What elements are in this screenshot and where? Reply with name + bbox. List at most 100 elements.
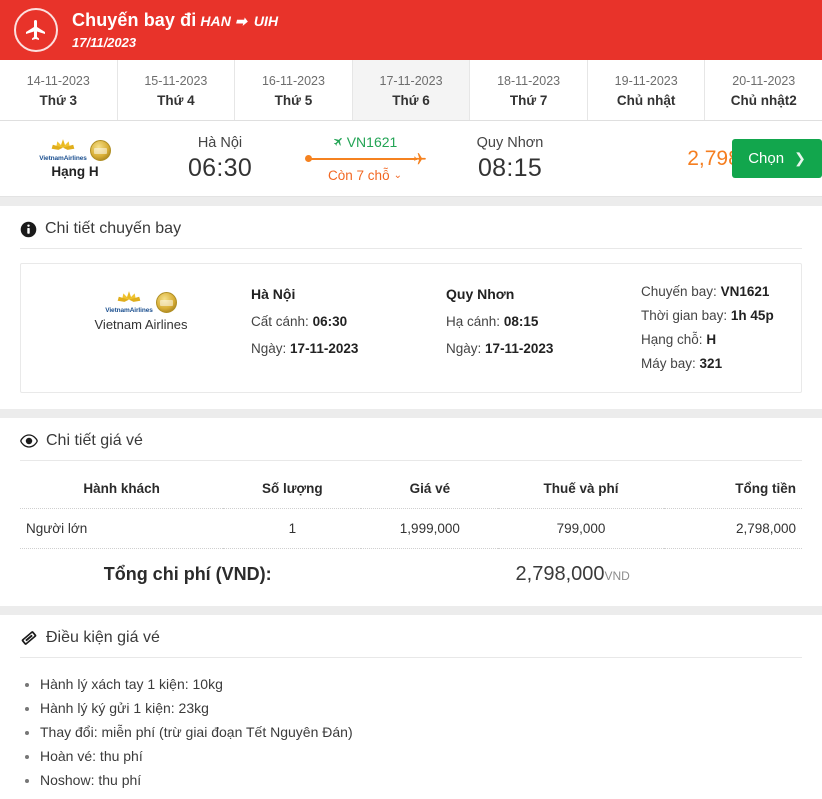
detail-airline-name: Vietnam Airlines: [94, 316, 188, 332]
table-row: Người lớn 1 1,999,000 799,000 2,798,000: [20, 508, 802, 550]
fare-details-title-row: Chi tiết giá vé: [20, 432, 802, 462]
chevron-down-icon: ⌄: [393, 170, 402, 181]
detail-arrival-date: 17-11-2023: [485, 341, 554, 356]
detail-departure-block: Hà Nội Cất cánh: 06:30 Ngày: 17-11-2023: [251, 280, 446, 362]
flight-number-label: VN1621: [333, 134, 397, 150]
detail-flightno-label: Chuyến bay:: [641, 284, 717, 299]
cell-passenger: Người lớn: [20, 508, 224, 550]
date-tab-6[interactable]: 20-11-2023 Chủ nhật2: [705, 60, 822, 120]
detail-class-value: H: [706, 332, 717, 348]
detail-landing-row: Hạ cánh: 08:15: [446, 308, 641, 335]
choose-button-label: Chọn: [748, 150, 785, 167]
info-icon: [20, 221, 37, 238]
page-header: Chuyến bay đi HAN ➡ UIH 17/11/2023: [0, 0, 822, 60]
flight-details-title: Chi tiết chuyến bay: [45, 220, 182, 237]
skytrax-badge-icon: [155, 291, 177, 313]
col-passenger: Hành khách: [20, 473, 224, 510]
date-tab-date: 16-11-2023: [261, 73, 325, 88]
detail-departure-date: 17-11-2023: [290, 341, 359, 356]
date-tab-day: Thứ 7: [509, 93, 548, 109]
choose-flight-button[interactable]: Chọn ❯: [732, 139, 822, 178]
section-gap: [0, 197, 822, 206]
cell-total: 2,798,000: [663, 508, 802, 550]
col-total: Tổng tiền: [663, 473, 802, 510]
detail-airline-logo: VietnamAirlines Vietnam Airlines: [31, 280, 251, 332]
arrow-icon: ➡: [234, 13, 247, 30]
grand-total-value-wrap: 2,798,000VND: [349, 563, 796, 586]
date-tab-1[interactable]: 15-11-2023 Thứ 4: [117, 60, 236, 120]
date-tab-3-selected[interactable]: 17-11-2023 Thứ 6: [352, 60, 471, 120]
date-tab-2[interactable]: 16-11-2023 Thứ 5: [235, 60, 353, 120]
grand-total-label: Tổng chi phí (VND):: [103, 564, 272, 585]
date-tab-date: 17-11-2023: [379, 73, 443, 88]
tag-icon: [20, 629, 38, 647]
detail-duration-value: 1h 45p: [730, 308, 774, 324]
flight-details-panel: Chi tiết chuyến bay VietnamAirlines Viet…: [0, 206, 822, 410]
col-taxes: Thuế và phí: [498, 473, 664, 510]
date-tab-5[interactable]: 19-11-2023 Chủ nhật: [587, 60, 706, 120]
detail-aircraft-row: Máy bay: 321: [641, 352, 791, 376]
airplane-icon: [14, 8, 58, 52]
list-item: Noshow: thu phí: [40, 768, 802, 792]
detail-arrival-block: Quy Nhơn Hạ cánh: 08:15 Ngày: 17-11-2023: [446, 280, 641, 362]
detail-date-label: Ngày:: [446, 341, 482, 356]
detail-arrival-city: Quy Nhơn: [446, 286, 515, 302]
date-tab-0[interactable]: 14-11-2023 Thứ 3: [0, 60, 118, 120]
section-gap: [0, 606, 822, 616]
cell-quantity: 1: [223, 508, 362, 550]
date-tab-date: 15-11-2023: [144, 73, 208, 88]
detail-class-label: Hạng chỗ:: [641, 332, 703, 348]
fare-details-panel: Chi tiết giá vé Hành khách Số lượng Giá …: [0, 418, 822, 607]
detail-takeoff-time: 06:30: [312, 314, 348, 329]
date-tab-date: 19-11-2023: [614, 73, 678, 88]
flight-details-title-row: Chi tiết chuyến bay: [20, 220, 802, 249]
detail-aircraft-label: Máy bay:: [641, 356, 696, 372]
fare-conditions-title: Điều kiện giá vé: [46, 629, 160, 647]
destination-code: UIH: [253, 13, 279, 30]
arrival-column: Quy Nhơn 08:15: [440, 134, 580, 183]
airline-wordmark: VietnamAirlines: [39, 154, 87, 162]
detail-flightno-value: VN1621: [720, 284, 770, 299]
departure-time: 06:30: [187, 153, 253, 182]
detail-date-label: Ngày:: [251, 341, 287, 356]
flight-details-card: VietnamAirlines Vietnam Airlines Hà Nội …: [20, 263, 802, 394]
lotus-icon: [112, 290, 146, 307]
seats-left-text: Còn 7 chỗ: [328, 168, 390, 183]
detail-aircraft-value: 321: [699, 356, 723, 372]
flight-summary-row[interactable]: VietnamAirlines Hạng H Hà Nội 06:30 VN16…: [0, 121, 822, 197]
route-bar: [309, 158, 417, 160]
col-fare: Giá vé: [361, 473, 499, 510]
detail-info-block: Chuyến bay: VN1621 Thời gian bay: 1h 45p…: [641, 280, 791, 376]
departure-column: Hà Nội 06:30: [150, 134, 290, 183]
date-tab-date: 20-11-2023: [732, 73, 796, 88]
date-tab-day: Thứ 6: [392, 93, 430, 109]
date-tab-4[interactable]: 18-11-2023 Thứ 7: [470, 60, 588, 120]
detail-duration-label: Thời gian bay:: [641, 308, 728, 324]
small-plane-icon: [333, 134, 344, 150]
origin-code: HAN: [200, 13, 231, 30]
list-item: Goshow: thu phí: [40, 792, 802, 799]
departure-city: Hà Nội: [197, 135, 243, 152]
section-gap: [0, 409, 822, 419]
detail-takeoff-label: Cất cánh:: [251, 314, 309, 329]
grand-total-value: 2,798,000: [515, 563, 605, 586]
date-tab-day: Thứ 5: [274, 93, 313, 109]
detail-landing-label: Hạ cánh:: [446, 314, 501, 329]
fare-conditions-list: Hành lý xách tay 1 kiện: 10kg Hành lý ký…: [20, 672, 802, 799]
chevron-right-icon: ❯: [794, 150, 806, 166]
detail-landing-time: 08:15: [503, 314, 539, 329]
detail-departure-date-row: Ngày: 17-11-2023: [251, 335, 446, 362]
fare-details-title: Chi tiết giá vé: [46, 432, 143, 450]
seats-left-dropdown[interactable]: Còn 7 chỗ ⌄: [328, 168, 402, 183]
fare-table: Hành khách Số lượng Giá vé Thuế và phí T…: [20, 473, 802, 550]
grand-total-currency: VND: [604, 569, 630, 584]
list-item: Hành lý xách tay 1 kiện: 10kg: [40, 672, 802, 696]
airline-wordmark: VietnamAirlines: [105, 307, 153, 314]
date-tab-day: Thứ 4: [157, 93, 195, 109]
lotus-icon: [46, 138, 80, 155]
date-tab-bar: 14-11-2023 Thứ 3 15-11-2023 Thứ 4 16-11-…: [0, 60, 822, 121]
airline-column: VietnamAirlines Hạng H: [0, 138, 150, 179]
cell-fare: 1,999,000: [361, 508, 499, 550]
date-tab-day: Chủ nhật: [616, 93, 676, 109]
header-title-row: Chuyến bay đi HAN ➡ UIH: [72, 9, 278, 32]
